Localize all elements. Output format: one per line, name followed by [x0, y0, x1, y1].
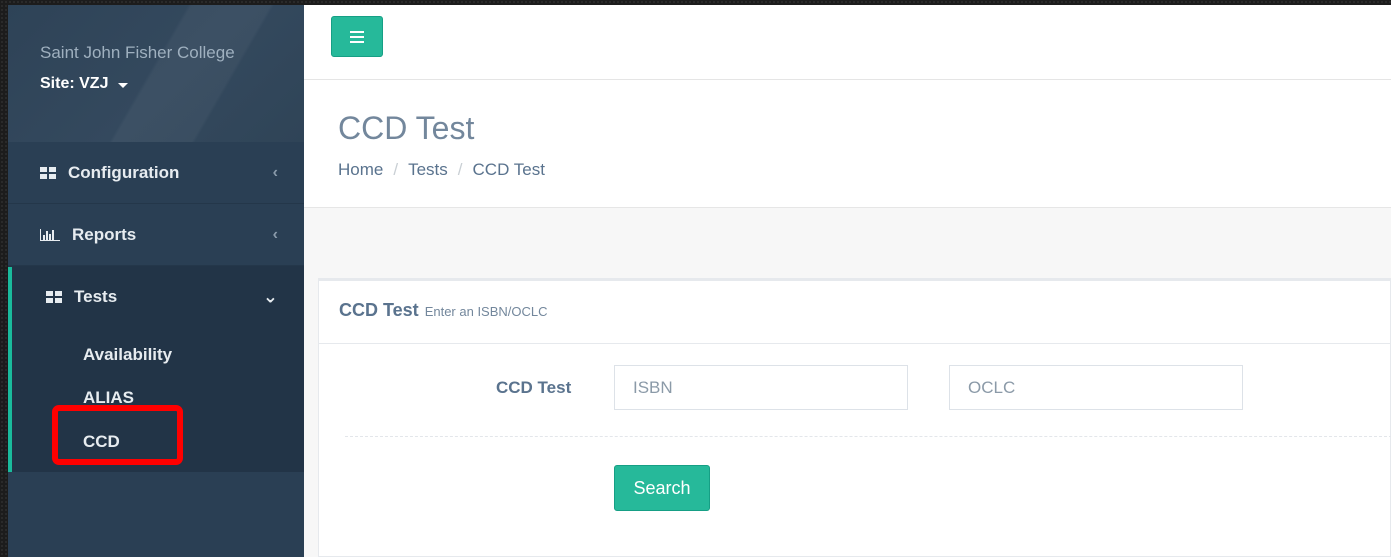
ccd-test-panel: CCD Test Enter an ISBN/OCLC CCD Test Sea… — [318, 278, 1391, 557]
search-button[interactable]: Search — [614, 465, 710, 511]
sidebar-item-configuration[interactable]: Configuration ‹ — [8, 142, 304, 204]
breadcrumb-separator: / — [457, 160, 463, 179]
form-separator — [345, 436, 1391, 437]
site-selector[interactable]: Site: VZJ — [40, 75, 129, 93]
panel-subtitle: Enter an ISBN/OCLC — [424, 304, 548, 319]
page-header: CCD Test Home / Tests / CCD Test — [304, 80, 1391, 208]
sidebar-item-tests[interactable]: Tests ⌄ — [8, 266, 304, 328]
grid-icon — [40, 166, 56, 179]
form-label: CCD Test — [496, 378, 572, 397]
sidebar-item-label: Configuration — [68, 162, 180, 182]
breadcrumb-tests[interactable]: Tests — [408, 160, 448, 180]
main-content: CCD Test Home / Tests / CCD Test CCD Tes… — [304, 5, 1391, 557]
panel-title: CCD Test Enter an ISBN/OCLC — [339, 300, 548, 321]
sidebar-item-label: Reports — [72, 224, 137, 244]
breadcrumb: Home / Tests / CCD Test — [338, 160, 545, 180]
breadcrumb-home[interactable]: Home — [338, 160, 383, 180]
active-indicator — [8, 267, 12, 472]
content-spacer — [304, 208, 1391, 278]
sidebar-item-label: Tests — [74, 287, 118, 306]
breadcrumb-current: CCD Test — [472, 160, 545, 179]
divider — [319, 343, 1391, 344]
college-name: Saint John Fisher College — [40, 43, 235, 62]
chevron-left-icon: ‹ — [272, 163, 278, 181]
sidebar: Saint John Fisher College Site: VZJ Conf… — [8, 5, 304, 557]
annotation-highlight-box — [52, 405, 183, 465]
panel-title-text: CCD Test — [339, 300, 419, 320]
sidebar-menu: Configuration ‹ Reports ‹ Tests ⌄ — [8, 142, 304, 328]
grid-icon — [46, 291, 62, 303]
chevron-down-icon: ⌄ — [262, 286, 278, 307]
sidebar-subitem-availability[interactable]: Availability — [83, 345, 172, 365]
caret-down-icon — [118, 82, 129, 88]
sidebar-item-reports[interactable]: Reports ‹ — [8, 204, 304, 266]
sidebar-profile: Saint John Fisher College Site: VZJ — [8, 5, 304, 142]
page-title: CCD Test — [338, 110, 475, 146]
hamburger-icon — [350, 30, 364, 33]
app-window: Saint John Fisher College Site: VZJ Conf… — [8, 5, 1391, 557]
top-nav — [304, 5, 1391, 80]
bar-chart-icon — [40, 228, 60, 241]
oclc-input[interactable] — [949, 365, 1243, 410]
chevron-left-icon: ‹ — [272, 225, 278, 243]
menu-toggle-button[interactable] — [331, 16, 383, 57]
isbn-input[interactable] — [614, 365, 908, 410]
breadcrumb-separator: / — [393, 160, 399, 179]
site-label: Site: VZJ — [40, 75, 109, 92]
